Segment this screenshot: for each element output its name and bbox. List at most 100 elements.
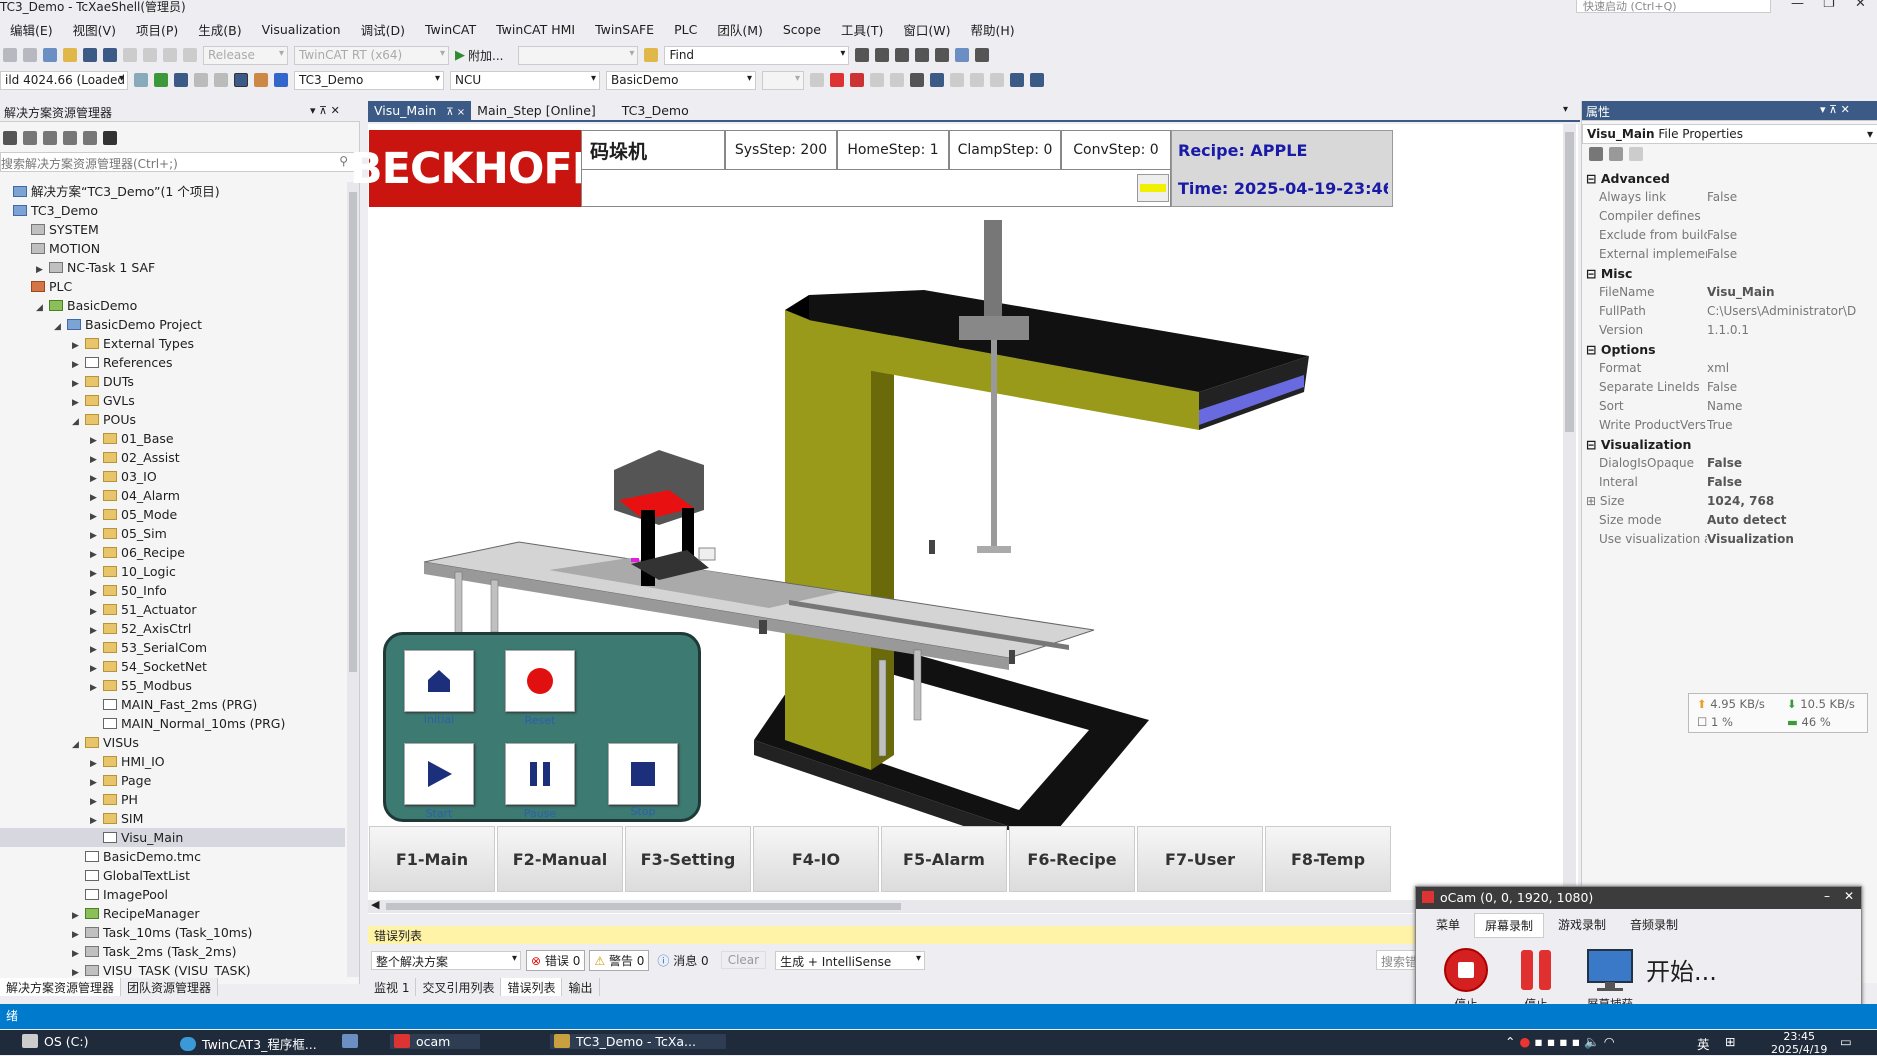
ocam-capture-button[interactable]: 屏幕捕获: [1574, 947, 1646, 1012]
property-category[interactable]: ⊟ Advanced: [1582, 169, 1877, 188]
tree-item[interactable]: ▶ HMI_IO: [0, 752, 345, 771]
property-value[interactable]: True: [1707, 416, 1877, 435]
property-value[interactable]: Visualization: [1707, 530, 1877, 549]
undo-icon[interactable]: [163, 48, 177, 62]
properties-object-select[interactable]: Visu_Main File Properties ▾: [1582, 124, 1877, 144]
property-value[interactable]: [1707, 207, 1877, 226]
ocam-tab[interactable]: 音频录制: [1620, 913, 1688, 938]
clock[interactable]: 23:45 2025/4/19: [1771, 1030, 1827, 1056]
build-select[interactable]: ild 4024.66 (Loaded: [0, 70, 128, 90]
tool-icon[interactable]: [915, 48, 930, 62]
tree-item[interactable]: ◢ POUs: [0, 410, 345, 429]
tree-item[interactable]: MOTION: [0, 239, 345, 258]
clear-button[interactable]: Clear: [720, 951, 767, 969]
property-row[interactable]: Use visualization as Visualization: [1582, 530, 1877, 549]
tree-item[interactable]: ▶ GVLs: [0, 391, 345, 410]
function-key-button[interactable]: F7-User: [1137, 826, 1263, 892]
property-value[interactable]: Visu_Main: [1707, 283, 1877, 302]
property-category[interactable]: ⊟ Misc: [1582, 264, 1877, 283]
function-key-button[interactable]: F8-Temp: [1265, 826, 1391, 892]
ncu-select[interactable]: NCU: [450, 70, 600, 90]
tree-item[interactable]: ▶ 01_Base: [0, 429, 345, 448]
tab-dropdown-icon[interactable]: ▾: [1563, 104, 1568, 115]
property-row[interactable]: ⊞ Size 1024, 768: [1582, 492, 1877, 511]
tool-icon[interactable]: [935, 48, 950, 62]
ime-indicator[interactable]: 英: [1697, 1034, 1710, 1053]
property-row[interactable]: Interal False: [1582, 473, 1877, 492]
property-row[interactable]: Compiler defines: [1582, 207, 1877, 226]
tree-item[interactable]: ▶ 05_Mode: [0, 505, 345, 524]
document-tab[interactable]: Visu_Main ⊼ ×: [368, 101, 472, 120]
tree-item[interactable]: ▶ NC-Task 1 SAF: [0, 258, 345, 277]
tree-item[interactable]: ▶ 02_Assist: [0, 448, 345, 467]
property-row[interactable]: FileName Visu_Main: [1582, 283, 1877, 302]
tree-item[interactable]: ▶ 10_Logic: [0, 562, 345, 581]
plc-instance-select[interactable]: [762, 70, 804, 90]
tool-icon[interactable]: [274, 73, 288, 87]
menu-item[interactable]: 调试(D): [351, 20, 415, 39]
menu-item[interactable]: 窗口(W): [893, 20, 960, 39]
tree-item[interactable]: ▶ RecipeManager: [0, 904, 345, 923]
quick-launch-input[interactable]: 快速启动 (Ctrl+Q): [1576, 0, 1771, 13]
attach-button[interactable]: 附加...: [468, 47, 503, 64]
minimize-icon[interactable]: —: [1791, 0, 1804, 11]
reset-button[interactable]: [505, 650, 575, 712]
undo-icon[interactable]: [1010, 73, 1024, 87]
property-row[interactable]: External implementatFalse: [1582, 245, 1877, 264]
property-row[interactable]: Sort Name: [1582, 397, 1877, 416]
property-value[interactable]: Auto detect: [1707, 511, 1877, 530]
tree-item[interactable]: ▶ 51_Actuator: [0, 600, 345, 619]
property-row[interactable]: DialogIsOpaque False: [1582, 454, 1877, 473]
expand-arrow-icon[interactable]: ▶: [72, 964, 82, 977]
tree-item[interactable]: ▶ 04_Alarm: [0, 486, 345, 505]
close-icon[interactable]: ✕: [1844, 889, 1854, 903]
menu-item[interactable]: TwinCAT: [415, 22, 486, 37]
ocam-stop-record-button[interactable]: 停止: [1438, 947, 1494, 1012]
tool-icon[interactable]: [870, 73, 884, 87]
taskbar-item-ocam[interactable]: ocam: [390, 1034, 481, 1049]
tree-item[interactable]: 解决方案“TC3_Demo”(1 个项目): [0, 182, 345, 201]
wrench-icon[interactable]: [1629, 147, 1643, 161]
taskbar-item-drive[interactable]: OS (C:): [22, 1034, 88, 1049]
tool-icon[interactable]: [955, 48, 970, 62]
wrench-icon[interactable]: [83, 131, 97, 145]
property-value[interactable]: Name: [1707, 397, 1877, 416]
ocam-start-label[interactable]: 开始...: [1646, 952, 1717, 987]
tree-item[interactable]: ImagePool: [0, 885, 345, 904]
keyboard-icon[interactable]: ⊞: [1725, 1034, 1735, 1049]
logout-icon[interactable]: [850, 73, 864, 87]
tree-item[interactable]: ▶ 53_SerialCom: [0, 638, 345, 657]
property-row[interactable]: Exclude from build False: [1582, 226, 1877, 245]
tree-item[interactable]: ◢ BasicDemo Project: [0, 315, 345, 334]
save-icon[interactable]: [83, 48, 97, 62]
tree-item[interactable]: ▶ 05_Sim: [0, 524, 345, 543]
tool-icon[interactable]: [950, 73, 964, 87]
tree-item[interactable]: ▶ 52_AxisCtrl: [0, 619, 345, 638]
tool-icon[interactable]: [890, 73, 904, 87]
tree-item[interactable]: ▶ 50_Info: [0, 581, 345, 600]
property-value[interactable]: False: [1707, 454, 1877, 473]
property-row[interactable]: FullPath C:\Users\Administrator\D: [1582, 302, 1877, 321]
tree-item[interactable]: MAIN_Normal_10ms (PRG): [0, 714, 345, 733]
tree-item[interactable]: ▶ SIM: [0, 809, 345, 828]
editor-hscrollbar[interactable]: ◀: [368, 898, 1563, 913]
property-value[interactable]: xml: [1707, 359, 1877, 378]
refresh-icon[interactable]: [63, 131, 77, 145]
collapse-icon[interactable]: ⊟: [1586, 342, 1601, 357]
output-tab[interactable]: 错误列表: [501, 978, 563, 996]
menu-item[interactable]: PLC: [664, 22, 707, 37]
redo-icon[interactable]: [1030, 73, 1044, 87]
tree-item[interactable]: Visu_Main: [0, 828, 345, 847]
menu-item[interactable]: 视图(V): [63, 20, 126, 39]
tool-icon[interactable]: [895, 48, 910, 62]
editor-vscrollbar-thumb[interactable]: [1565, 132, 1574, 432]
copy-icon[interactable]: [143, 48, 157, 62]
taskbar-item-twincat[interactable]: TC3_Demo - TcXa...: [550, 1034, 726, 1049]
stop-button[interactable]: [608, 743, 678, 805]
tree-item[interactable]: ▶ 55_Modbus: [0, 676, 345, 695]
collapse-icon[interactable]: [103, 131, 117, 145]
menu-item[interactable]: 团队(M): [707, 20, 773, 39]
output-tab[interactable]: 监视 1: [368, 978, 417, 996]
tool-icon[interactable]: [875, 48, 890, 62]
menu-item[interactable]: 生成(B): [188, 20, 251, 39]
